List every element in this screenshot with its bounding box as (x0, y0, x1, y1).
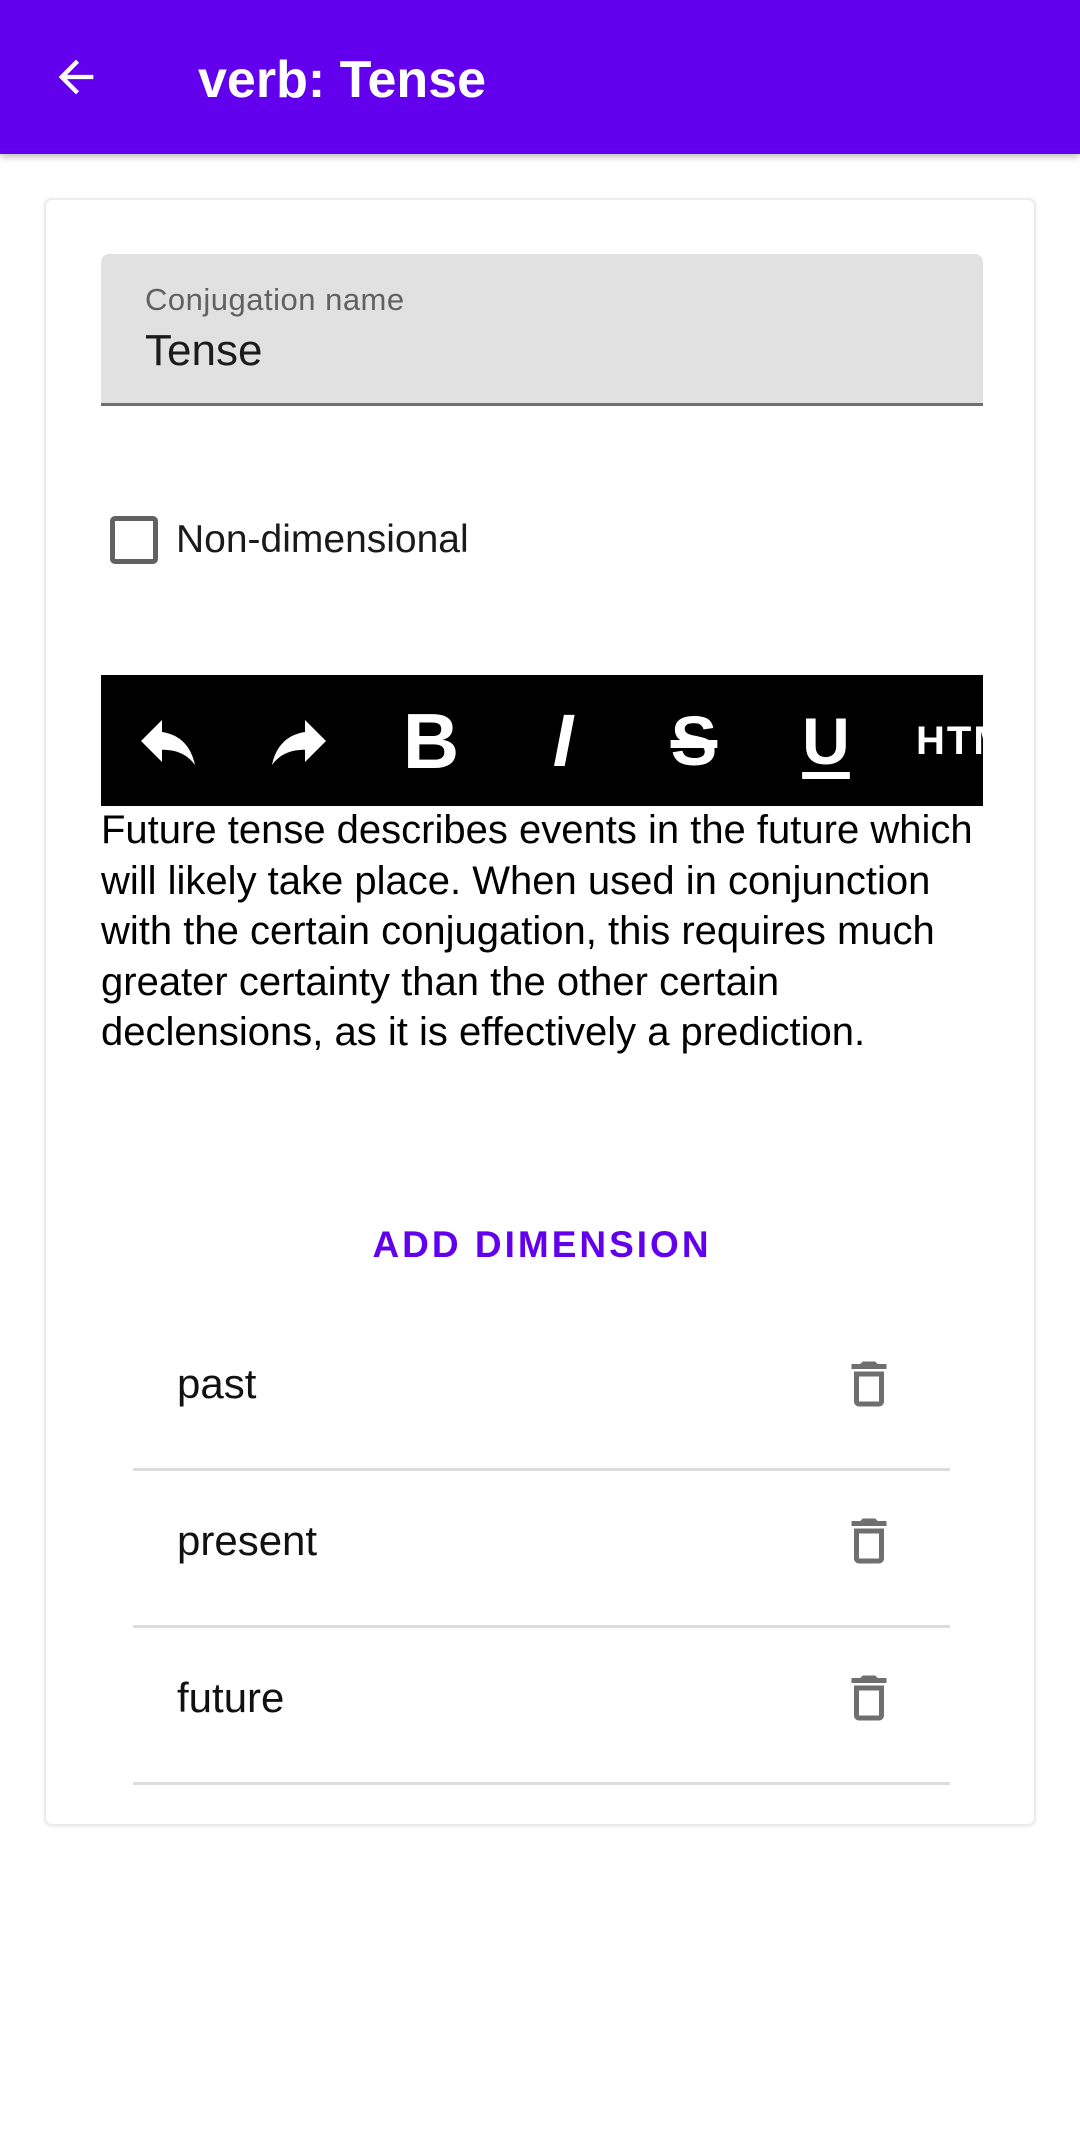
delete-dimension-button[interactable] (833, 1662, 905, 1734)
underline-icon: U (802, 703, 850, 778)
dimension-label: future (177, 1674, 285, 1721)
html-button[interactable]: HTML (916, 675, 983, 806)
conjugation-card: Conjugation name Non-dimensional B I S U (44, 198, 1036, 1826)
list-item[interactable]: past (133, 1314, 950, 1471)
dimension-list: past present future (133, 1314, 950, 1785)
page-title: verb: Tense (198, 51, 487, 109)
conjugation-name-input[interactable] (145, 326, 935, 376)
underline-button[interactable]: U (766, 675, 886, 806)
delete-dimension-button[interactable] (833, 1348, 905, 1420)
non-dimensional-row[interactable]: Non-dimensional (106, 510, 469, 570)
trash-icon (851, 1675, 887, 1721)
trash-icon (851, 1361, 887, 1407)
add-dimension-button[interactable]: ADD DIMENSION (346, 1200, 738, 1290)
conjugation-name-label: Conjugation name (145, 282, 405, 317)
list-item[interactable]: present (133, 1471, 950, 1628)
italic-button[interactable]: I (503, 675, 623, 806)
non-dimensional-label: Non-dimensional (176, 518, 469, 561)
app-bar: verb: Tense (0, 0, 1080, 154)
arrow-back-icon (58, 59, 94, 95)
list-item[interactable]: future (133, 1628, 950, 1785)
redo-icon (272, 719, 326, 765)
redo-button[interactable] (239, 675, 359, 806)
undo-button[interactable] (108, 675, 228, 806)
bold-icon: B (402, 696, 460, 785)
undo-icon (141, 719, 195, 765)
rich-text-toolbar: B I S U HTML (101, 675, 983, 806)
description-editor[interactable]: Future tense describes events in the fut… (101, 805, 986, 1058)
strikethrough-button[interactable]: S (634, 675, 754, 806)
conjugation-name-field[interactable]: Conjugation name (101, 254, 983, 406)
dimension-label: past (177, 1360, 257, 1407)
delete-dimension-button[interactable] (833, 1505, 905, 1577)
dimension-label: present (177, 1517, 318, 1564)
trash-icon (851, 1518, 887, 1564)
non-dimensional-checkbox[interactable] (110, 516, 158, 564)
strikethrough-icon: S (670, 701, 718, 780)
back-button[interactable] (36, 37, 116, 117)
html-icon: HTML (916, 718, 983, 763)
italic-icon: I (552, 698, 574, 782)
bold-button[interactable]: B (371, 675, 491, 806)
